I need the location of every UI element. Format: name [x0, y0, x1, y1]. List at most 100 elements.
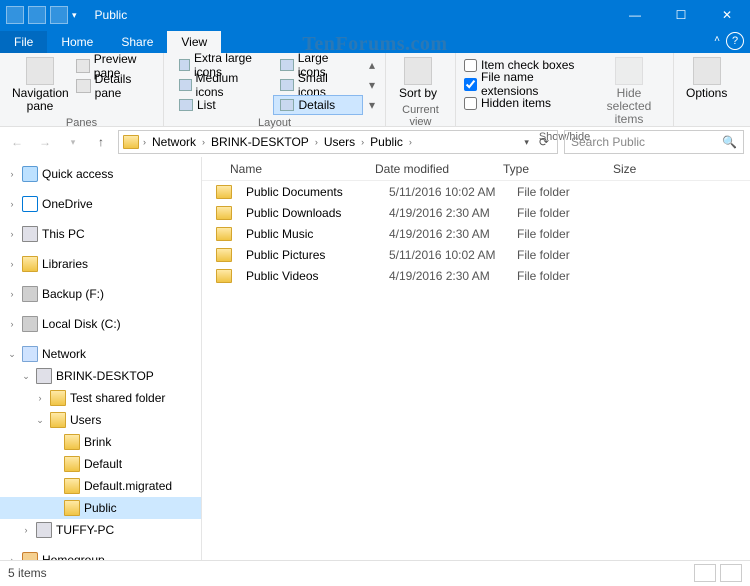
col-size[interactable]: Size — [605, 162, 685, 176]
search-input[interactable]: Search Public 🔍 — [564, 130, 744, 154]
tree-homegroup[interactable]: ›Homegroup — [0, 549, 201, 560]
up-button[interactable]: ↑ — [90, 131, 112, 153]
quick-access-toolbar: ▾ — [0, 6, 83, 24]
status-bar: 5 items — [0, 560, 750, 584]
tab-share[interactable]: Share — [107, 31, 167, 53]
chevron-right-icon[interactable]: › — [141, 137, 148, 147]
tab-file[interactable]: File — [0, 31, 47, 53]
col-date[interactable]: Date modified — [367, 162, 495, 176]
help-icon[interactable]: ? — [726, 32, 744, 50]
hide-selected-icon — [615, 57, 643, 85]
layout-details[interactable]: Details — [273, 95, 362, 115]
tree-user-brink[interactable]: Brink — [0, 431, 201, 453]
file-name: Public Pictures — [238, 248, 381, 262]
refresh-icon[interactable]: ⟳ — [535, 135, 553, 149]
breadcrumb[interactable]: Public — [368, 135, 405, 149]
layout-small[interactable]: Small icons — [273, 75, 362, 95]
file-date: 5/11/2016 10:02 AM — [381, 185, 509, 199]
file-row[interactable]: Public Music 4/19/2016 2:30 AM File fold… — [202, 223, 750, 244]
navigation-pane-button[interactable]: Navigation pane — [8, 55, 72, 115]
preview-pane-icon — [76, 59, 90, 73]
file-row[interactable]: Public Documents 5/11/2016 10:02 AM File… — [202, 181, 750, 202]
search-icon: 🔍 — [722, 135, 737, 149]
ribbon: Navigation pane Preview pane Details pan… — [0, 53, 750, 127]
file-name: Public Documents — [238, 185, 381, 199]
file-type: File folder — [509, 269, 619, 283]
breadcrumb[interactable]: Users — [322, 135, 357, 149]
navigation-pane-label: Navigation pane — [12, 87, 68, 113]
folder-icon — [216, 206, 232, 220]
tree-users[interactable]: ⌄Users — [0, 409, 201, 431]
tree-this-pc[interactable]: ›This PC — [0, 223, 201, 245]
tab-home[interactable]: Home — [47, 31, 107, 53]
navigation-tree[interactable]: ›Quick access ›OneDrive ›This PC ›Librar… — [0, 157, 202, 560]
layout-medium[interactable]: Medium icons — [172, 75, 267, 95]
qat-overflow-icon[interactable]: ▾ — [72, 10, 77, 21]
chevron-right-icon[interactable]: › — [359, 137, 366, 147]
maximize-button[interactable]: ☐ — [658, 0, 704, 30]
tree-brink-desktop[interactable]: ⌄BRINK-DESKTOP — [0, 365, 201, 387]
ribbon-tabs: File Home Share View ˄ ? — [0, 30, 750, 53]
address-bar[interactable]: › Network › BRINK-DESKTOP › Users › Publ… — [118, 130, 558, 154]
tree-user-public[interactable]: Public — [0, 497, 201, 519]
file-type: File folder — [509, 185, 619, 199]
file-date: 4/19/2016 2:30 AM — [381, 269, 509, 283]
tab-view[interactable]: View — [167, 31, 221, 53]
col-name[interactable]: Name — [202, 162, 367, 176]
sort-by-button[interactable]: Sort by — [394, 55, 442, 102]
file-date: 4/19/2016 2:30 AM — [381, 227, 509, 241]
tree-quick-access[interactable]: ›Quick access — [0, 163, 201, 185]
col-type[interactable]: Type — [495, 162, 605, 176]
tree-local-disk-c[interactable]: ›Local Disk (C:) — [0, 313, 201, 335]
tree-libraries[interactable]: ›Libraries — [0, 253, 201, 275]
tree-user-default[interactable]: Default — [0, 453, 201, 475]
file-date: 4/19/2016 2:30 AM — [381, 206, 509, 220]
tree-backup[interactable]: ›Backup (F:) — [0, 283, 201, 305]
collapse-ribbon-icon[interactable]: ˄ — [714, 34, 720, 45]
tree-tuffy-pc[interactable]: ›TUFFY-PC — [0, 519, 201, 541]
tree-network[interactable]: ⌄Network — [0, 343, 201, 365]
breadcrumb[interactable]: Network — [150, 135, 198, 149]
details-pane-button[interactable]: Details pane — [76, 77, 155, 95]
address-dropdown-icon[interactable]: ▾ — [520, 137, 533, 148]
group-label: Layout — [172, 115, 377, 131]
options-icon — [693, 57, 721, 85]
forward-button[interactable]: → — [34, 131, 56, 153]
file-name: Public Downloads — [238, 206, 381, 220]
close-button[interactable]: ✕ — [704, 0, 750, 30]
chevron-right-icon[interactable]: › — [200, 137, 207, 147]
layout-list[interactable]: List — [172, 95, 267, 115]
file-date: 5/11/2016 10:02 AM — [381, 248, 509, 262]
qat-item[interactable] — [50, 6, 68, 24]
file-row[interactable]: Public Downloads 4/19/2016 2:30 AM File … — [202, 202, 750, 223]
hidden-items-toggle[interactable]: Hidden items — [464, 94, 589, 112]
hide-selected-button[interactable]: Hide selected items — [593, 55, 665, 129]
qat-item[interactable] — [28, 6, 46, 24]
file-row[interactable]: Public Pictures 5/11/2016 10:02 AM File … — [202, 244, 750, 265]
back-button[interactable]: ← — [6, 131, 28, 153]
folder-icon — [216, 269, 232, 283]
chevron-right-icon[interactable]: › — [407, 137, 414, 147]
tree-onedrive[interactable]: ›OneDrive — [0, 193, 201, 215]
breadcrumb[interactable]: BRINK-DESKTOP — [209, 135, 311, 149]
details-view-button[interactable] — [694, 564, 716, 582]
minimize-button[interactable]: — — [612, 0, 658, 30]
recent-locations-button[interactable]: ▾ — [62, 131, 84, 153]
sort-icon — [404, 57, 432, 85]
layout-scroll[interactable]: ▴▾▾ — [367, 55, 377, 115]
column-headers[interactable]: Name Date modified Type Size — [202, 157, 750, 181]
navigation-pane-icon — [26, 57, 54, 85]
tree-test-shared[interactable]: ›Test shared folder — [0, 387, 201, 409]
file-list: Name Date modified Type Size Public Docu… — [202, 157, 750, 560]
thumbnails-view-button[interactable] — [720, 564, 742, 582]
file-name-extensions-toggle[interactable]: File name extensions — [464, 75, 589, 93]
tree-user-default-migrated[interactable]: Default.migrated — [0, 475, 201, 497]
file-row[interactable]: Public Videos 4/19/2016 2:30 AM File fol… — [202, 265, 750, 286]
options-button[interactable]: Options — [682, 55, 731, 102]
search-placeholder: Search Public — [571, 135, 645, 149]
file-type: File folder — [509, 248, 619, 262]
chevron-right-icon[interactable]: › — [313, 137, 320, 147]
layout-gallery[interactable]: Extra large icons Large icons Medium ico… — [172, 55, 363, 115]
folder-icon — [216, 227, 232, 241]
file-type: File folder — [509, 206, 619, 220]
